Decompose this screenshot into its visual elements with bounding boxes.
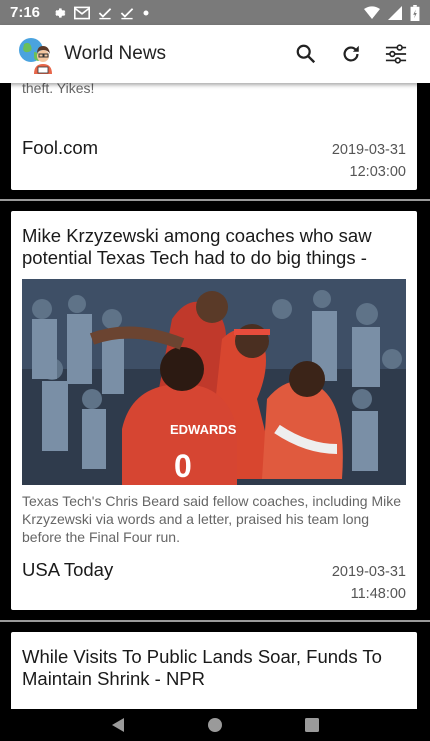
refresh-icon	[343, 45, 359, 62]
app-title: World News	[64, 43, 167, 64]
status-bar: 7:16	[0, 0, 430, 25]
gmail-icon	[74, 6, 91, 19]
card-source: USA Today	[22, 559, 114, 580]
home-icon[interactable]	[207, 717, 223, 733]
news-card[interactable]: While Visits To Public Lands Soar, Funds…	[11, 632, 417, 709]
signal-icon	[388, 5, 402, 20]
card-date: 2019-03-31	[331, 564, 406, 580]
filter-icon	[385, 44, 407, 64]
jersey-number: 0	[174, 448, 192, 484]
card-time: 12:03:00	[349, 164, 406, 180]
card-title: Mike Krzyzewski among coaches who saw po…	[22, 225, 372, 268]
app-bar: World News	[0, 25, 430, 83]
article-image[interactable]: EDWARDS 0	[22, 279, 406, 485]
refresh-button[interactable]	[331, 34, 371, 74]
back-icon[interactable]	[110, 717, 126, 733]
card-title: While Visits To Public Lands Soar, Funds…	[22, 646, 382, 689]
news-list[interactable]: Social Security mistakes can be costly, …	[0, 83, 430, 709]
jersey-name: EDWARDS	[170, 422, 237, 437]
card-date: 2019-03-31	[331, 142, 406, 158]
card-divider	[0, 199, 430, 201]
navigation-bar	[0, 709, 430, 741]
gear-icon	[55, 7, 66, 18]
world-news-logo-icon	[19, 38, 52, 74]
battery-icon	[410, 4, 420, 21]
search-button[interactable]	[286, 34, 326, 74]
wifi-icon	[364, 5, 380, 19]
card-timestamp: 2019-03-31 12:03:00	[332, 139, 406, 183]
card-divider	[0, 620, 430, 622]
card-time: 11:48:00	[350, 586, 406, 602]
filter-button[interactable]	[376, 34, 416, 74]
news-card[interactable]: Social Security mistakes can be costly, …	[11, 83, 417, 190]
check-icon	[120, 7, 134, 19]
dot-icon	[143, 10, 149, 15]
card-description: Social Security mistakes can be costly, …	[22, 83, 95, 96]
recents-icon[interactable]	[304, 717, 320, 733]
check-icon	[98, 7, 112, 19]
status-time: 7:16	[10, 4, 41, 21]
news-card[interactable]: Mike Krzyzewski among coaches who saw po…	[11, 211, 417, 610]
search-icon	[296, 44, 316, 64]
card-timestamp: 2019-03-31 11:48:00	[332, 561, 406, 605]
card-source: Fool.com	[22, 137, 99, 158]
card-description: Texas Tech's Chris Beard said fellow coa…	[22, 493, 402, 545]
